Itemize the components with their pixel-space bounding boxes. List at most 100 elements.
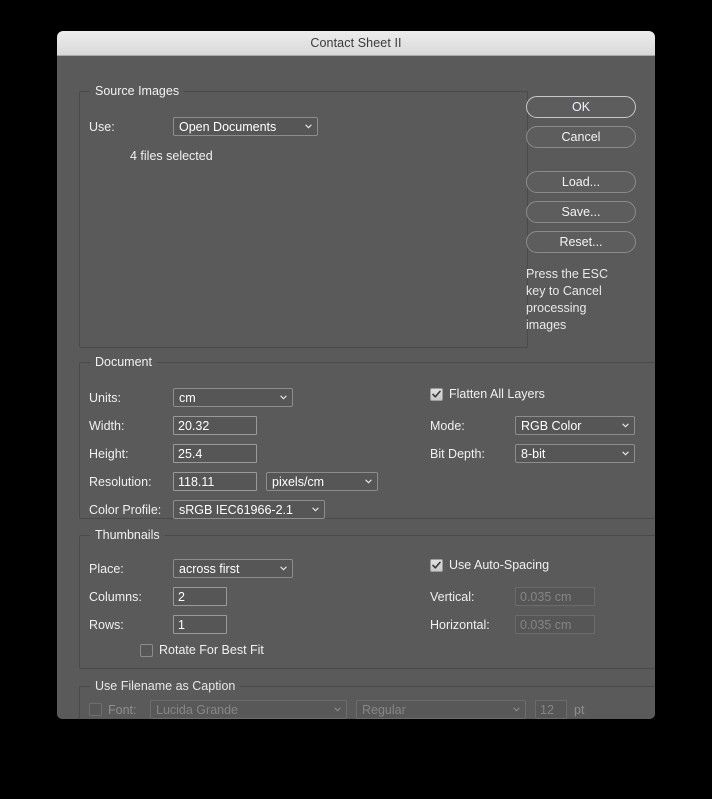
units-row: Units: cm bbox=[89, 388, 293, 407]
reset-button[interactable]: Reset... bbox=[526, 231, 636, 253]
flatten-all-layers-label: Flatten All Layers bbox=[449, 387, 545, 401]
caption-font-size-input[interactable]: 12 bbox=[535, 700, 567, 719]
source-images-legend: Source Images bbox=[90, 84, 185, 98]
rows-input-value: 1 bbox=[178, 617, 185, 632]
caption-font-size-unit: pt bbox=[574, 702, 585, 717]
width-input[interactable]: 20.32 bbox=[173, 416, 257, 435]
cancel-button[interactable]: Cancel bbox=[526, 126, 636, 148]
rows-label: Rows: bbox=[89, 617, 124, 632]
height-label: Height: bbox=[89, 446, 129, 461]
checkbox-unchecked-icon[interactable] bbox=[89, 703, 102, 716]
columns-label: Columns: bbox=[89, 589, 142, 604]
checkbox-unchecked-icon bbox=[140, 643, 153, 657]
units-select-value: cm bbox=[179, 390, 196, 405]
vertical-input-value: 0.035 cm bbox=[520, 589, 572, 604]
chevron-down-icon bbox=[280, 565, 287, 572]
checkbox-checked-icon bbox=[430, 558, 443, 572]
rows-input[interactable]: 1 bbox=[173, 615, 227, 634]
bit-depth-select-value: 8-bit bbox=[521, 446, 546, 461]
bit-depth-label: Bit Depth: bbox=[430, 446, 485, 461]
caption-font-family-value: Lucida Grande bbox=[156, 702, 239, 717]
resolution-label: Resolution: bbox=[89, 474, 152, 489]
chevron-down-icon bbox=[622, 422, 629, 429]
document-group: Document Units: cm Width: 20.32 Height: bbox=[79, 355, 655, 519]
checkbox-checked-icon bbox=[430, 387, 443, 401]
caption-font-size-value: 12 bbox=[540, 702, 554, 717]
caption-font-style-select[interactable]: Regular bbox=[356, 700, 526, 719]
horizontal-label: Horizontal: bbox=[430, 617, 490, 632]
mode-select-value: RGB Color bbox=[521, 418, 582, 433]
flatten-all-layers-checkbox[interactable]: Flatten All Layers bbox=[430, 387, 545, 401]
window-titlebar: Contact Sheet II bbox=[57, 31, 655, 56]
rows-row: Rows: 1 bbox=[89, 615, 227, 634]
reset-button-label: Reset... bbox=[559, 235, 603, 249]
resolution-row: Resolution: 118.11 pixels/cm bbox=[89, 472, 378, 491]
use-row: Use: Open Documents bbox=[89, 117, 318, 136]
horizontal-input-value: 0.035 cm bbox=[520, 617, 572, 632]
resolution-units-value: pixels/cm bbox=[272, 474, 325, 489]
cancel-button-label: Cancel bbox=[561, 130, 601, 144]
vertical-input[interactable]: 0.035 cm bbox=[515, 587, 595, 606]
ok-button[interactable]: OK bbox=[526, 96, 636, 118]
chevron-down-icon bbox=[365, 478, 372, 485]
caption-font-label: Font: bbox=[108, 702, 137, 717]
height-input-value: 25.4 bbox=[178, 446, 203, 461]
color-profile-value: sRGB IEC61966-2.1 bbox=[179, 502, 293, 517]
load-button[interactable]: Load... bbox=[526, 171, 636, 193]
horizontal-input[interactable]: 0.035 cm bbox=[515, 615, 595, 634]
bit-depth-row: Bit Depth: 8-bit bbox=[430, 444, 635, 463]
units-label: Units: bbox=[89, 390, 121, 405]
chevron-down-icon bbox=[312, 506, 319, 513]
place-select[interactable]: across first bbox=[173, 559, 293, 578]
bit-depth-select[interactable]: 8-bit bbox=[515, 444, 635, 463]
load-button-label: Load... bbox=[561, 175, 601, 189]
color-profile-label: Color Profile: bbox=[89, 502, 162, 517]
height-input[interactable]: 25.4 bbox=[173, 444, 257, 463]
resolution-units-select[interactable]: pixels/cm bbox=[266, 472, 378, 491]
chevron-down-icon bbox=[334, 706, 341, 713]
columns-input[interactable]: 2 bbox=[173, 587, 227, 606]
mode-select[interactable]: RGB Color bbox=[515, 416, 635, 435]
place-row: Place: across first bbox=[89, 559, 293, 578]
document-legend: Document bbox=[90, 355, 157, 369]
units-select[interactable]: cm bbox=[173, 388, 293, 407]
chevron-down-icon bbox=[305, 123, 312, 130]
use-auto-spacing-label: Use Auto-Spacing bbox=[449, 558, 550, 572]
width-row: Width: 20.32 bbox=[89, 416, 257, 435]
chevron-down-icon bbox=[622, 450, 629, 457]
use-auto-spacing-checkbox[interactable]: Use Auto-Spacing bbox=[430, 558, 549, 572]
resolution-input-value: 118.11 bbox=[178, 474, 215, 489]
resolution-input[interactable]: 118.11 bbox=[173, 472, 257, 491]
width-input-value: 20.32 bbox=[178, 418, 210, 433]
rotate-for-best-fit-label: Rotate For Best Fit bbox=[159, 643, 264, 657]
caption-legend: Use Filename as Caption bbox=[90, 679, 241, 693]
ok-button-label: OK bbox=[571, 100, 591, 114]
rotate-for-best-fit-checkbox[interactable]: Rotate For Best Fit bbox=[140, 643, 264, 657]
thumbnails-group: Thumbnails Place: across first Columns: … bbox=[79, 528, 655, 669]
caption-font-family-select[interactable]: Lucida Grande bbox=[150, 700, 347, 719]
height-row: Height: 25.4 bbox=[89, 444, 257, 463]
columns-input-value: 2 bbox=[178, 589, 185, 604]
horizontal-row: Horizontal: 0.035 cm bbox=[430, 615, 595, 634]
width-label: Width: bbox=[89, 418, 125, 433]
mode-label: Mode: bbox=[430, 418, 465, 433]
save-button[interactable]: Save... bbox=[526, 201, 636, 223]
source-images-group: Source Images Use: Open Documents 4 file… bbox=[79, 84, 528, 348]
contact-sheet-dialog: Contact Sheet II Source Images Use: Open… bbox=[57, 31, 655, 719]
chevron-down-icon bbox=[280, 394, 287, 401]
vertical-row: Vertical: 0.035 cm bbox=[430, 587, 595, 606]
caption-font-row: Font: Lucida Grande Regular 12 pt bbox=[89, 700, 584, 719]
place-select-value: across first bbox=[179, 561, 240, 576]
save-button-label: Save... bbox=[561, 205, 601, 219]
esc-help-text: Press the ESC key to Cancel processing i… bbox=[526, 267, 608, 332]
vertical-label: Vertical: bbox=[430, 589, 475, 604]
files-selected-status: 4 files selected bbox=[130, 149, 213, 163]
caption-font-style-value: Regular bbox=[362, 702, 406, 717]
columns-row: Columns: 2 bbox=[89, 587, 227, 606]
color-profile-select[interactable]: sRGB IEC61966-2.1 bbox=[173, 500, 325, 519]
caption-group: Use Filename as Caption Font: Lucida Gra… bbox=[79, 679, 655, 719]
mode-row: Mode: RGB Color bbox=[430, 416, 635, 435]
files-selected-row: 4 files selected bbox=[130, 149, 213, 163]
use-select[interactable]: Open Documents bbox=[173, 117, 318, 136]
window-title: Contact Sheet II bbox=[310, 36, 402, 50]
